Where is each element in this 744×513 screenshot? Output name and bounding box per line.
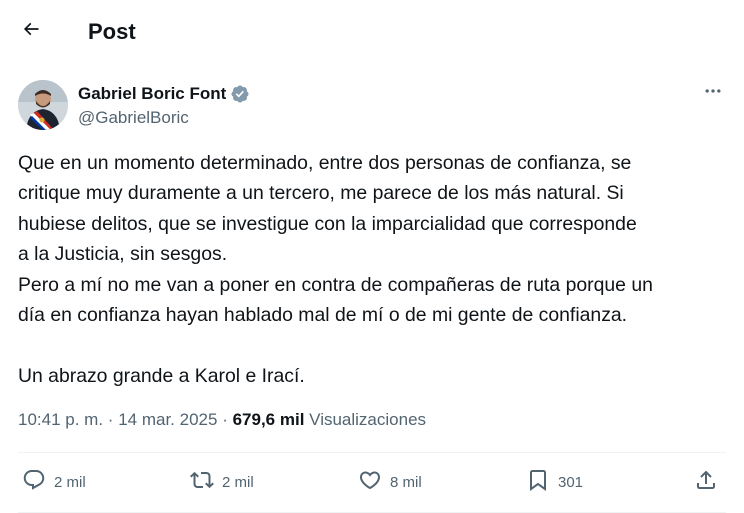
post-line: Que en un momento determinado, entre dos… (18, 152, 632, 174)
bookmark-icon (526, 468, 550, 496)
reply-icon (22, 468, 46, 496)
more-horizontal-icon (703, 81, 723, 106)
avatar[interactable] (18, 80, 68, 130)
post-line: Un abrazo grande a Karol e Irací. (18, 364, 305, 387)
bookmark-count: 301 (558, 473, 584, 491)
post-line: a la Justicia, sin sesgos. (18, 243, 228, 266)
author-name[interactable]: Gabriel Boric Font (78, 83, 226, 105)
post-time[interactable]: 10:41 p. m. (18, 410, 103, 429)
repost-icon (190, 468, 214, 496)
views-count: 679,6 mil (232, 410, 305, 429)
repost-count: 2 mil (222, 473, 254, 491)
bookmark-button[interactable]: 301 (526, 469, 583, 495)
post-date[interactable]: 14 mar. 2025 (118, 410, 217, 429)
post-author: Gabriel Boric Font @GabrielBoric (18, 80, 726, 132)
reply-button[interactable]: 2 mil (22, 469, 86, 495)
verified-badge-icon[interactable] (230, 84, 250, 104)
share-icon (694, 468, 718, 496)
post-line: día en confianza hayan hablado mal de mí… (18, 304, 628, 327)
share-button[interactable] (694, 469, 718, 495)
back-button[interactable] (14, 14, 48, 48)
repost-button[interactable]: 2 mil (190, 469, 254, 495)
post-line: Pero a mí no me van a poner en contra de… (18, 273, 653, 296)
reply-count: 2 mil (54, 473, 86, 491)
author-handle[interactable]: @GabrielBoric (78, 107, 189, 129)
more-options-button[interactable] (702, 83, 724, 103)
post-meta: 10:41 p. m. · 14 mar. 2025 · 679,6 mil V… (18, 408, 426, 432)
post-line: hubiese delitos, que se investigue con l… (18, 212, 637, 235)
views-label: Visualizaciones (309, 410, 427, 429)
post-text: Que en un momento determinado, entre dos… (18, 148, 730, 391)
like-count: 8 mil (390, 473, 422, 491)
page-title: Post (88, 19, 136, 44)
author-name-row: Gabriel Boric Font (78, 83, 250, 105)
top-bar: Post (0, 0, 744, 64)
arrow-left-icon (21, 19, 41, 44)
post-line: critique muy duramente a un tercero, me … (18, 182, 624, 205)
heart-icon (358, 468, 382, 496)
action-bar: 2 mil 2 mil 8 mil 301 (18, 453, 726, 512)
meta-separator: · (107, 410, 114, 429)
like-button[interactable]: 8 mil (358, 469, 422, 495)
meta-separator: · (222, 410, 228, 429)
